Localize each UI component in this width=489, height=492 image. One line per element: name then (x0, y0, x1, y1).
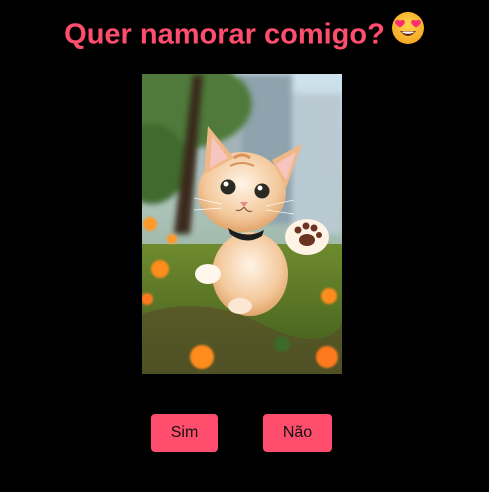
star-struck-face-icon (391, 11, 425, 55)
yes-button[interactable]: Sim (151, 414, 218, 452)
page: Quer namorar comigo? Sim Não (0, 0, 489, 492)
no-button[interactable]: Não (263, 414, 332, 452)
page-title: Quer namorar comigo? (0, 11, 489, 58)
title-text: Quer namorar comigo? (64, 18, 385, 51)
kitten-photo (142, 74, 342, 374)
